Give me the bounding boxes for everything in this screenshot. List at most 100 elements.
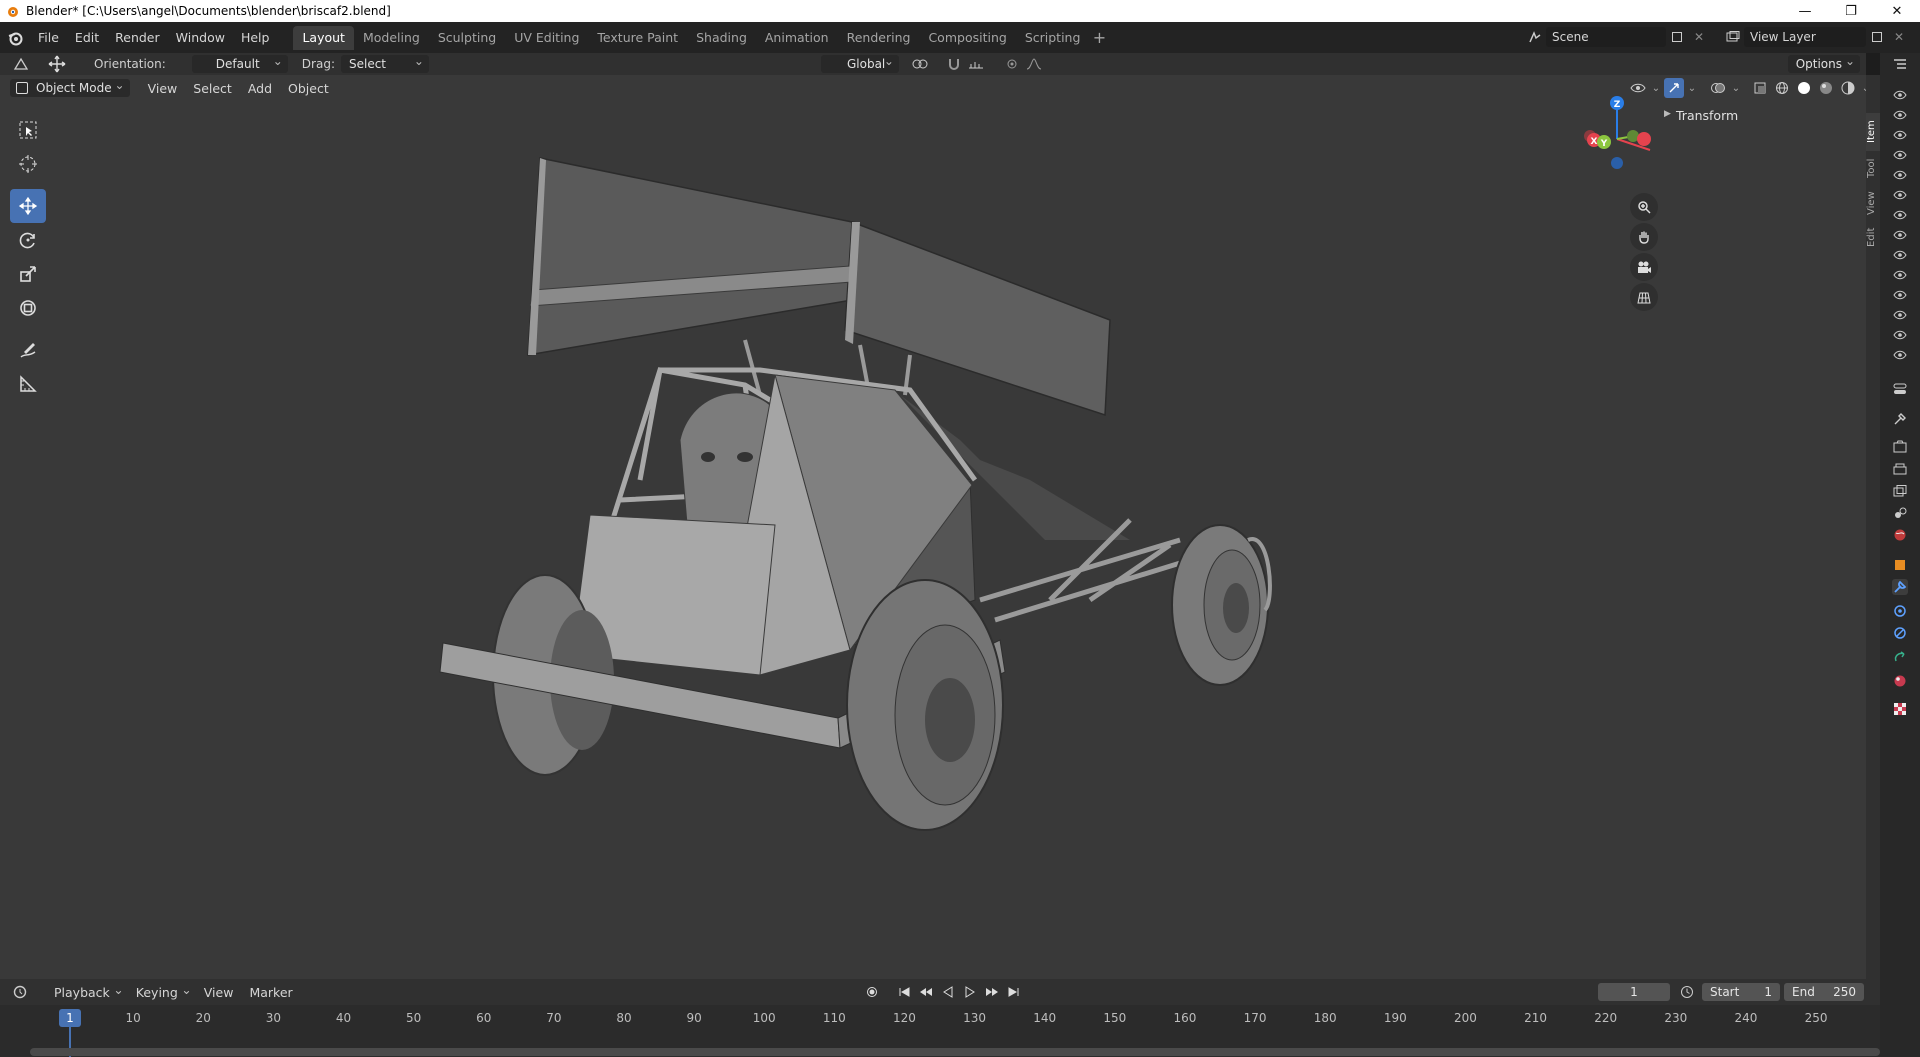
render-properties-icon[interactable] — [1892, 439, 1908, 455]
object-mode-dropdown[interactable]: Object Mode — [10, 76, 130, 97]
move-tool[interactable] — [10, 189, 46, 223]
scene-name-field[interactable]: Scene — [1546, 27, 1666, 47]
scene-icon[interactable] — [1524, 28, 1546, 46]
zoom-view-icon[interactable] — [1630, 193, 1658, 221]
transform-panel-header[interactable]: Transform — [1676, 108, 1738, 123]
hide-eye-icon-4[interactable] — [1892, 147, 1908, 163]
viewport-menu-object[interactable]: Object — [280, 81, 337, 96]
proportional-edit-icon[interactable] — [1001, 55, 1023, 73]
tab-tool[interactable]: Tool — [1866, 151, 1880, 185]
timeline-editor-type-icon[interactable] — [10, 983, 32, 1001]
wireframe-shading-icon[interactable] — [1772, 78, 1792, 98]
menu-help[interactable]: Help — [233, 22, 278, 53]
gizmo-dropdown-icon[interactable]: ⌄ — [1686, 78, 1698, 98]
material-preview-icon[interactable] — [1816, 78, 1836, 98]
hide-eye-icon-3[interactable] — [1892, 127, 1908, 143]
transform-tool[interactable] — [10, 291, 46, 325]
tab-sculpting[interactable]: Sculpting — [429, 26, 505, 50]
hide-eye-icon-5[interactable] — [1892, 167, 1908, 183]
show-overlays-icon[interactable] — [1708, 78, 1728, 98]
play-icon[interactable] — [960, 983, 980, 1001]
timeline-scrollbar[interactable] — [30, 1048, 1880, 1056]
tab-edit[interactable]: Edit — [1866, 221, 1880, 253]
hide-eye-icon-6[interactable] — [1892, 187, 1908, 203]
hide-eye-icon-8[interactable] — [1892, 227, 1908, 243]
rendered-shading-icon[interactable] — [1838, 78, 1858, 98]
add-workspace-button[interactable]: + — [1089, 28, 1109, 47]
timeline-menu-marker[interactable]: Marker — [241, 985, 300, 1000]
drag-dropdown[interactable]: Select Box — [340, 52, 429, 89]
current-frame-field[interactable]: 1 — [1598, 983, 1670, 1001]
select-box-tool[interactable] — [10, 113, 46, 147]
view-layer-icon[interactable] — [1722, 28, 1744, 46]
scale-tool[interactable] — [10, 257, 46, 291]
blender-menu-icon[interactable] — [0, 30, 30, 46]
frame-ruler[interactable]: 1 10 20 30 40 50 60 70 80 90 100 110 120 130 140 150 16… — [0, 1005, 1880, 1057]
tab-animation[interactable]: Animation — [756, 26, 838, 50]
world-properties-icon[interactable] — [1892, 527, 1908, 543]
xray-toggle-icon[interactable] — [1750, 78, 1770, 98]
menu-window[interactable]: Window — [168, 22, 233, 53]
playhead-frame-indicator[interactable]: 1 — [59, 1009, 81, 1027]
hide-eye-icon-7[interactable] — [1892, 207, 1908, 223]
restore-button[interactable]: ❐ — [1828, 0, 1874, 22]
delete-scene-icon[interactable]: ✕ — [1688, 28, 1710, 46]
tab-texture-paint[interactable]: Texture Paint — [588, 26, 687, 50]
timeline-menu-view[interactable]: View — [196, 985, 242, 1000]
tab-compositing[interactable]: Compositing — [919, 26, 1015, 50]
hide-eye-icon-13[interactable] — [1892, 327, 1908, 343]
timeline-menu-keying[interactable]: Keying — [128, 982, 196, 1000]
perspective-toggle-icon[interactable] — [1630, 283, 1658, 311]
tool-properties-icon[interactable] — [1892, 411, 1908, 427]
outliner-editor-icon[interactable] — [1892, 57, 1908, 73]
output-properties-icon[interactable] — [1892, 461, 1908, 477]
hide-eye-icon-12[interactable] — [1892, 307, 1908, 323]
new-scene-icon[interactable] — [1666, 28, 1688, 46]
tab-layout[interactable]: Layout — [293, 25, 354, 50]
hide-eye-icon-10[interactable] — [1892, 267, 1908, 283]
pivot-point-icon[interactable] — [909, 55, 931, 73]
tab-view[interactable]: View — [1866, 185, 1880, 221]
car-model[interactable] — [400, 125, 1300, 925]
overlays-dropdown-icon[interactable]: ⌄ — [1730, 78, 1742, 98]
end-frame-field[interactable]: End 250 — [1784, 983, 1864, 1001]
3d-viewport[interactable]: Object Mode View Select Add Object ⌄ ⌄ ⌄ — [0, 75, 1866, 979]
texture-properties-icon[interactable] — [1892, 701, 1908, 717]
camera-view-icon[interactable] — [1630, 253, 1658, 281]
hide-eye-icon-14[interactable] — [1892, 347, 1908, 363]
view-layer-name-field[interactable]: View Layer — [1744, 27, 1866, 47]
jump-start-icon[interactable] — [894, 983, 914, 1001]
view-layer-properties-icon[interactable] — [1892, 483, 1908, 499]
annotate-tool[interactable] — [10, 333, 46, 367]
constraint-properties-icon[interactable] — [1892, 649, 1908, 665]
pos-x-axis-handle[interactable] — [1637, 132, 1651, 146]
scene-properties-icon[interactable] — [1892, 505, 1908, 521]
hide-eye-icon-11[interactable] — [1892, 287, 1908, 303]
timeline-menu-playback[interactable]: Playback — [46, 982, 128, 1000]
menu-edit[interactable]: Edit — [67, 22, 107, 53]
modifier-properties-icon[interactable] — [1892, 579, 1908, 595]
hide-eye-icon-1[interactable] — [1892, 87, 1908, 103]
viewport-menu-view[interactable]: View — [140, 81, 186, 96]
snap-target-icon[interactable] — [965, 55, 987, 73]
show-gizmo-icon[interactable] — [1664, 78, 1684, 98]
play-reverse-icon[interactable] — [938, 983, 958, 1001]
particle-properties-icon[interactable] — [1892, 603, 1908, 619]
navigation-gizmo[interactable]: Z X Y — [1572, 89, 1662, 179]
tab-shading[interactable]: Shading — [687, 26, 756, 50]
menu-render[interactable]: Render — [107, 22, 168, 53]
orientation-dropdown[interactable]: Default — [191, 52, 288, 73]
solid-shading-icon[interactable] — [1794, 78, 1814, 98]
tab-modeling[interactable]: Modeling — [354, 26, 429, 50]
minimize-button[interactable]: — — [1782, 0, 1828, 22]
tab-item[interactable]: Item — [1866, 113, 1880, 151]
editor-type-icon[interactable] — [10, 55, 32, 73]
hide-eye-icon-9[interactable] — [1892, 247, 1908, 263]
jump-end-icon[interactable] — [1004, 983, 1024, 1001]
object-properties-icon[interactable] — [1892, 557, 1908, 573]
properties-editor-icon[interactable] — [1892, 381, 1908, 397]
expand-arrow-icon[interactable]: ▶ — [1664, 109, 1671, 119]
tab-scripting[interactable]: Scripting — [1016, 26, 1090, 50]
prev-keyframe-icon[interactable] — [916, 983, 936, 1001]
physics-properties-icon[interactable] — [1892, 625, 1908, 641]
